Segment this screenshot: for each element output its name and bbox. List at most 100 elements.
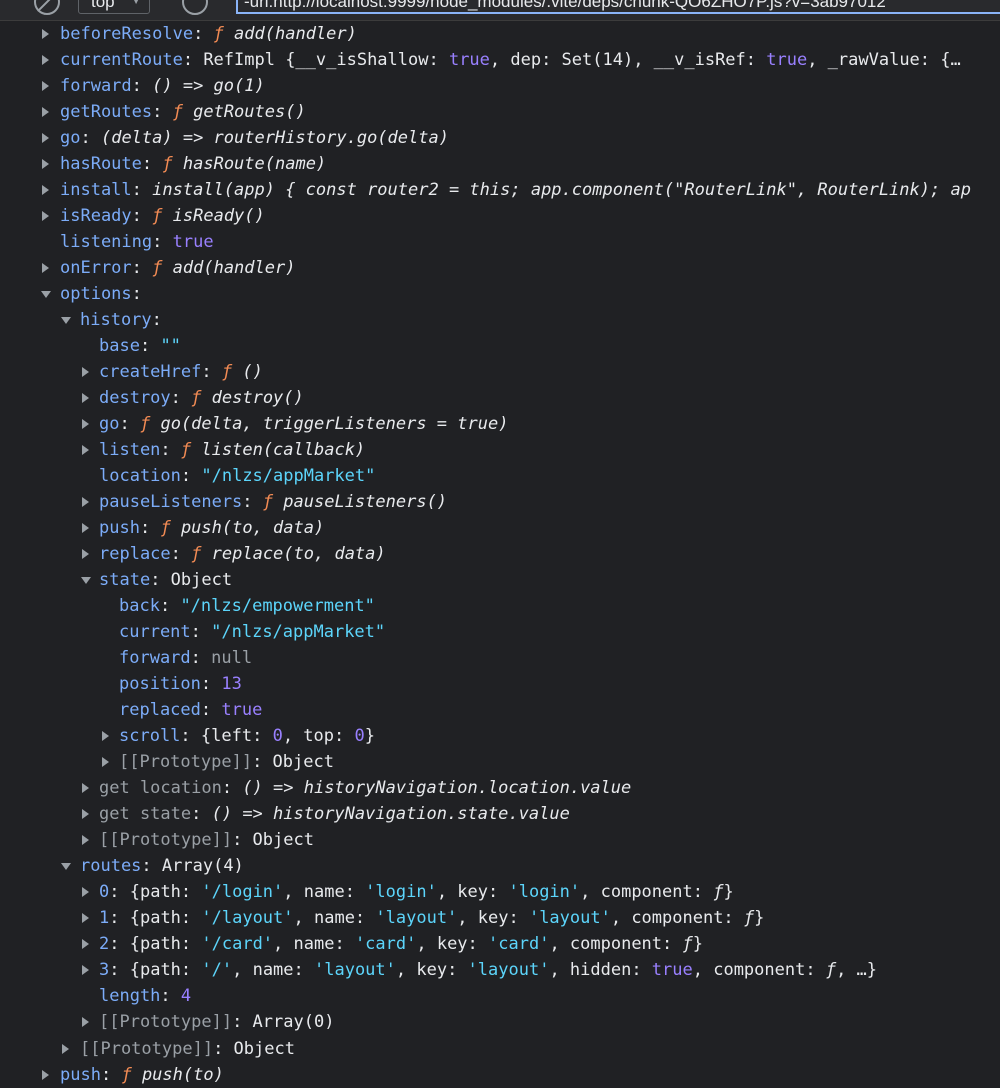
expand-triangle-icon[interactable] (42, 55, 49, 65)
property-value: destroy() (211, 388, 304, 408)
string-value: 'card' (488, 934, 550, 954)
tree-row-install[interactable]: install: install(app) { const router2 = … (0, 177, 1000, 203)
tree-row-state[interactable]: state: Object (0, 567, 1000, 593)
tree-row-get-state[interactable]: get state: () => historyNavigation.state… (0, 801, 1000, 827)
expand-triangle-icon[interactable] (82, 393, 89, 403)
expand-triangle-icon[interactable] (102, 731, 109, 741)
expand-triangle-icon[interactable] (82, 367, 89, 377)
tree-row-history[interactable]: history: (0, 307, 1000, 333)
tree-row-get-location[interactable]: get location: () => historyNavigation.lo… (0, 775, 1000, 801)
expand-triangle-icon[interactable] (82, 887, 89, 897)
expand-triangle-icon[interactable] (82, 835, 89, 845)
expand-triangle-icon[interactable] (82, 939, 89, 949)
tree-row-scroll[interactable]: scroll: {left: 0, top: 0} (0, 723, 1000, 749)
tree-row-route-0[interactable]: 0: {path: '/login', name: 'login', key: … (0, 879, 1000, 905)
property-value: push(to) (141, 1065, 224, 1085)
tree-row-location: location: "/nlzs/appMarket" (99, 466, 376, 486)
expand-triangle-icon[interactable] (82, 549, 89, 559)
number-value: 0 (354, 726, 365, 746)
expand-triangle-icon[interactable] (62, 1044, 69, 1054)
filter-input[interactable]: -url:http://localhost:9999/node_modules/… (236, 0, 1000, 14)
property-key: location (99, 466, 181, 486)
expand-triangle-icon[interactable] (82, 523, 89, 533)
property-key: listen (99, 440, 161, 460)
collapse-triangle-icon[interactable] (61, 863, 71, 870)
property-key: go (60, 128, 81, 148)
tree-row-beforeResolve[interactable]: beforeResolve: ƒ add(handler) (0, 21, 1000, 47)
expand-triangle-icon[interactable] (42, 133, 49, 143)
expand-triangle-icon[interactable] (102, 757, 109, 767)
tree-row-prototype[interactable]: [[Prototype]]: Object (0, 1036, 1000, 1062)
tree-row-createHref[interactable]: createHref: ƒ () (0, 359, 1000, 385)
value-part: , key: (436, 882, 509, 902)
property-key: forward (60, 76, 132, 96)
tree-row-getRoutes[interactable]: getRoutes: ƒ getRoutes() (0, 99, 1000, 125)
eye-icon[interactable] (182, 0, 208, 15)
collapse-triangle-icon[interactable] (81, 577, 91, 584)
tree-row-current: current: "/nlzs/appMarket" (119, 622, 386, 642)
tree-row-go[interactable]: go: (delta) => routerHistory.go(delta) (0, 125, 1000, 151)
tree-row-hasRoute[interactable]: hasRoute: ƒ hasRoute(name) (0, 151, 1000, 177)
tree-row-route-2[interactable]: 2: {path: '/card', name: 'card', key: 'c… (0, 931, 1000, 957)
string-value: 'card' (354, 934, 417, 954)
string-value: 'login' (365, 882, 437, 902)
tree-row-isReady[interactable]: isReady: ƒ isReady() (0, 203, 1000, 229)
property-value: hasRoute(name) (182, 154, 327, 174)
context-selector[interactable]: top ▼ (78, 0, 150, 14)
function-icon: ƒ (743, 908, 755, 928)
tree-row-currentRoute[interactable]: currentRoute: RefImpl {__v_isShallow: tr… (0, 47, 1000, 73)
property-value: go(delta, triggerListeners = true) (160, 414, 509, 434)
string-value: '/login' (201, 882, 284, 902)
value-part: } (692, 934, 703, 954)
value-part: {left: (200, 726, 273, 746)
tree-row-route-1[interactable]: 1: {path: '/layout', name: 'layout', key… (0, 905, 1000, 931)
expand-triangle-icon[interactable] (42, 159, 49, 169)
tree-row-listen[interactable]: listen: ƒ listen(callback) (0, 437, 1000, 463)
string-value: "/nlzs/appMarket" (201, 466, 376, 486)
property-key: [[Prototype]] (99, 830, 233, 850)
expand-triangle-icon[interactable] (82, 419, 89, 429)
tree-row-route-3[interactable]: 3: {path: '/', name: 'layout', key: 'lay… (0, 957, 1000, 983)
tree-row-prototype[interactable]: [[Prototype]]: Object (0, 827, 1000, 853)
property-key: getRoutes (60, 102, 153, 122)
expand-triangle-icon[interactable] (42, 263, 49, 273)
expand-triangle-icon[interactable] (82, 913, 89, 923)
expand-triangle-icon[interactable] (42, 185, 49, 195)
expand-triangle-icon[interactable] (82, 497, 89, 507)
tree-row-routes[interactable]: routes: Array(4) (0, 853, 1000, 879)
tree-row-push[interactable]: push: ƒ push(to, data) (0, 515, 1000, 541)
tree-row-options[interactable]: options: (0, 281, 1000, 307)
clear-console-icon[interactable] (34, 0, 60, 15)
property-key: beforeResolve (60, 24, 194, 44)
expand-triangle-icon[interactable] (42, 29, 49, 39)
value-part: } (723, 882, 734, 902)
expand-triangle-icon[interactable] (82, 1017, 89, 1027)
expand-triangle-icon[interactable] (82, 445, 89, 455)
function-icon: ƒ (160, 518, 171, 538)
chevron-down-icon: ▼ (131, 0, 141, 7)
collapse-triangle-icon[interactable] (61, 317, 71, 324)
string-value: "/nlzs/empowerment" (180, 596, 375, 616)
expand-triangle-icon[interactable] (82, 809, 89, 819)
tree-row-length: length: 4 (99, 986, 192, 1006)
tree-row-destroy[interactable]: destroy: ƒ destroy() (0, 385, 1000, 411)
tree-row-prototype[interactable]: [[Prototype]]: Array(0) (0, 1009, 1000, 1035)
tree-row-replace[interactable]: replace: ƒ replace(to, data) (0, 541, 1000, 567)
property-key: get state (99, 804, 192, 824)
expand-triangle-icon[interactable] (82, 783, 89, 793)
value-part: , component: (580, 882, 714, 902)
expand-triangle-icon[interactable] (42, 107, 49, 117)
tree-row-history-go[interactable]: go: ƒ go(delta, triggerListeners = true) (0, 411, 1000, 437)
tree-row-forward[interactable]: forward: () => go(1) (0, 73, 1000, 99)
property-key: length (99, 986, 161, 1006)
tree-row-prototype[interactable]: [[Prototype]]: Object (0, 749, 1000, 775)
string-value: 'layout' (314, 960, 396, 980)
tree-row-onError[interactable]: onError: ƒ add(handler) (0, 255, 1000, 281)
function-icon: ƒ (152, 206, 163, 226)
expand-triangle-icon[interactable] (82, 965, 89, 975)
tree-row-router-push[interactable]: push: ƒ push(to) (0, 1062, 1000, 1088)
expand-triangle-icon[interactable] (42, 211, 49, 221)
expand-triangle-icon[interactable] (42, 81, 49, 91)
tree-row-pauseListeners[interactable]: pauseListeners: ƒ pauseListeners() (0, 489, 1000, 515)
collapse-triangle-icon[interactable] (41, 291, 51, 298)
